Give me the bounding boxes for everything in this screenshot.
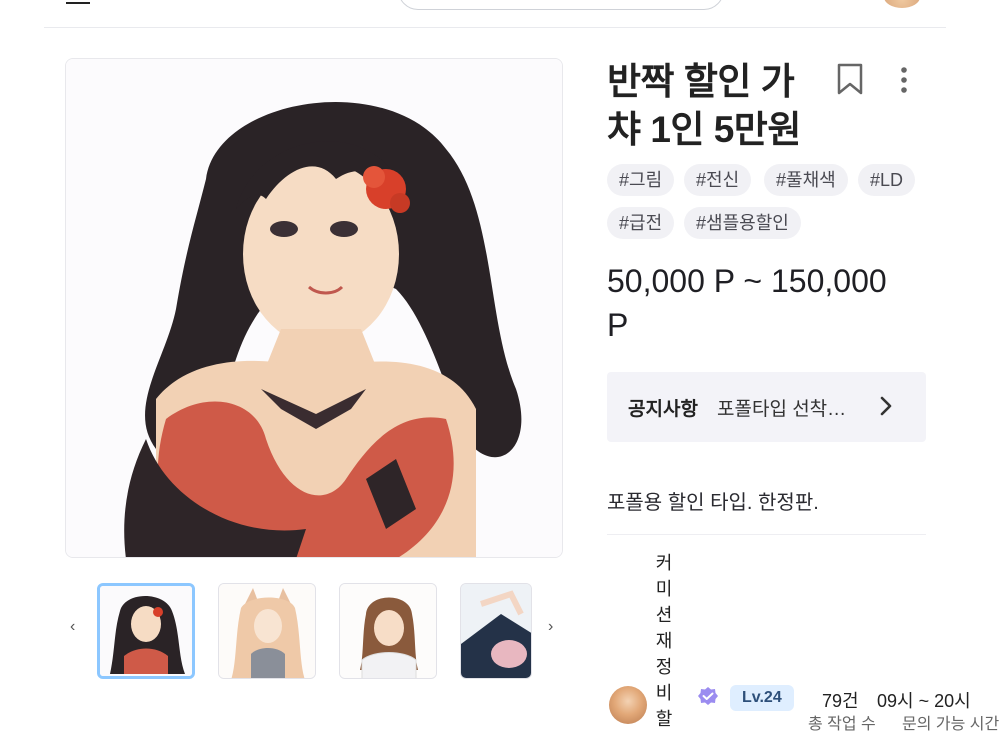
verified-badge-icon — [697, 686, 719, 708]
more-vertical-icon[interactable] — [894, 64, 914, 96]
seller-name[interactable]: 커미션재정비할 — [652, 550, 676, 732]
thumbnail-1[interactable] — [97, 583, 195, 679]
bookmark-icon[interactable] — [836, 63, 864, 95]
tag[interactable]: #샘플용할인 — [684, 207, 801, 239]
thumbnail-3[interactable] — [339, 583, 437, 679]
illustration-anime-woman — [66, 59, 562, 557]
tag[interactable]: #전신 — [684, 164, 752, 196]
divider — [44, 27, 946, 28]
search-input[interactable] — [398, 0, 724, 10]
tag[interactable]: #급전 — [607, 207, 675, 239]
tag[interactable]: #그림 — [607, 164, 675, 196]
chevron-right-icon — [879, 394, 893, 418]
product-title: 반짝 할인 가 챠 1인 5만원 — [607, 61, 801, 150]
work-count-label: 총 작업 수 — [808, 716, 876, 733]
thumbnail-2[interactable] — [218, 583, 316, 679]
level-badge: Lv.24 — [730, 685, 794, 711]
notice-banner[interactable]: 공지사항 포폴타입 선착… — [607, 372, 926, 442]
main-product-image[interactable] — [65, 58, 563, 558]
avatar[interactable] — [609, 686, 647, 724]
top-bar — [0, 0, 1000, 28]
notice-text: 포폴타입 선착… — [717, 399, 847, 420]
chevron-right-icon[interactable]: › — [548, 618, 553, 636]
thumbnail-4[interactable] — [460, 583, 532, 679]
chevron-left-icon[interactable]: ‹ — [70, 618, 75, 636]
product-description: 포폴용 할인 타입. 한정판. — [607, 492, 819, 514]
notice-label: 공지사항 — [628, 399, 698, 420]
tag[interactable]: #LD — [858, 164, 916, 196]
divider — [607, 534, 926, 535]
contact-hours-label: 문의 가능 시간 — [902, 716, 1000, 733]
price-range: 50,000 P ~ 150,000 P — [607, 263, 887, 343]
avatar[interactable] — [884, 0, 920, 8]
hamburger-icon[interactable] — [66, 0, 90, 4]
tag[interactable]: #풀채색 — [764, 164, 848, 196]
